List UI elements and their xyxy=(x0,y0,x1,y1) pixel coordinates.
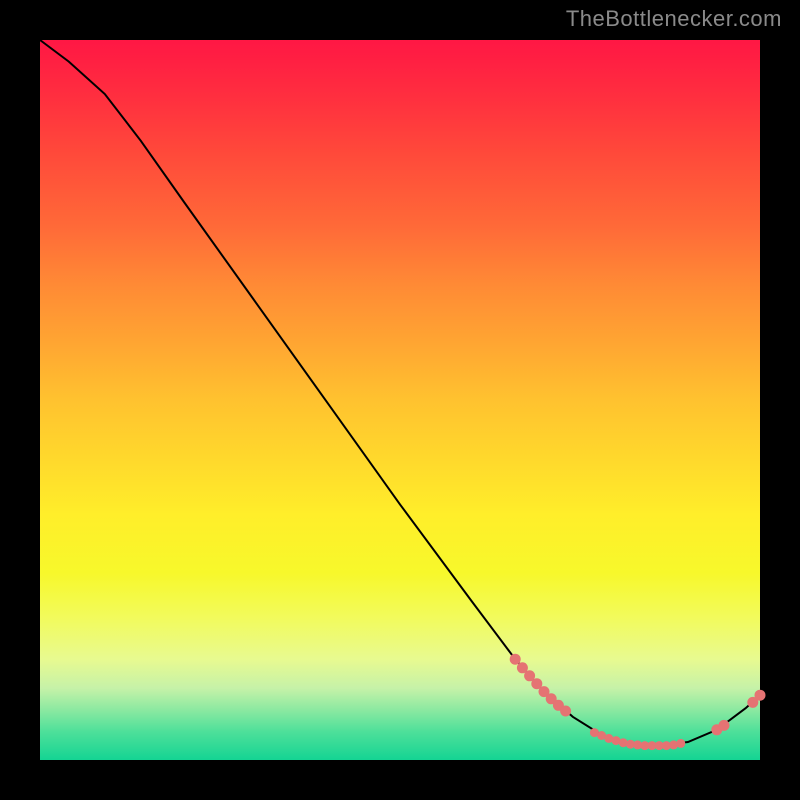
data-marker xyxy=(719,720,730,731)
source-attribution-label: TheBottlenecker.com xyxy=(566,6,782,32)
data-marker xyxy=(560,706,571,717)
data-marker xyxy=(510,654,521,665)
chart-frame: TheBottlenecker.com xyxy=(0,0,800,800)
bottleneck-curve xyxy=(40,40,760,746)
data-marker xyxy=(676,739,685,748)
marker-layer xyxy=(510,654,766,750)
curve-overlay xyxy=(40,40,760,760)
plot-area xyxy=(40,40,760,760)
data-marker xyxy=(755,690,766,701)
